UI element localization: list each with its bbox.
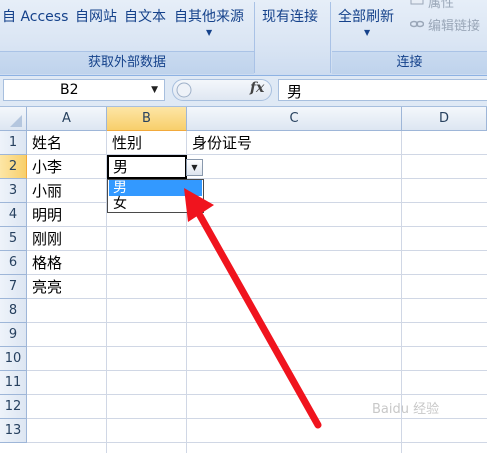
- ribbon: 自 Access 自网站 自文本 自其他来源 ▼ 现有连接 全部刷新 ▼ 属性 …: [0, 0, 487, 76]
- row-header[interactable]: 4: [0, 203, 27, 227]
- gridline: [27, 154, 487, 155]
- cell-b2-value: 男: [113, 158, 129, 176]
- name-box-value: B2: [60, 82, 79, 98]
- gridline: [27, 418, 487, 419]
- formula-bar: B2 ▼ fx 男: [0, 76, 487, 107]
- active-cell-b2[interactable]: 男: [107, 155, 187, 179]
- from-access-button[interactable]: 自 Access: [2, 6, 68, 26]
- row-header[interactable]: 11: [0, 371, 27, 395]
- row-header[interactable]: 3: [0, 179, 27, 203]
- group-label-connections: 连接: [332, 51, 487, 74]
- select-all-triangle-icon: [10, 115, 22, 127]
- cell-a6[interactable]: 格格: [32, 251, 62, 275]
- name-box[interactable]: B2 ▼: [3, 79, 165, 101]
- from-text-button[interactable]: 自文本: [124, 6, 166, 26]
- group-label-get-external-data: 获取外部数据: [0, 51, 254, 74]
- properties-icon: [410, 0, 424, 5]
- cell-b1[interactable]: 性别: [112, 131, 142, 155]
- dropdown-button[interactable]: ▼: [186, 159, 203, 176]
- column-header-d[interactable]: D: [402, 107, 487, 131]
- column-header-c[interactable]: C: [187, 107, 402, 131]
- gridline: [27, 274, 487, 275]
- existing-connections-button[interactable]: 现有连接: [262, 6, 318, 26]
- gridline: [27, 178, 487, 179]
- gridline: [27, 370, 487, 371]
- row-header[interactable]: 13: [0, 419, 27, 443]
- gridline: [27, 442, 487, 443]
- row-header[interactable]: 8: [0, 299, 27, 323]
- row-header[interactable]: 7: [0, 275, 27, 299]
- ribbon-divider: [254, 2, 255, 73]
- dropdown-option-male[interactable]: 男: [109, 180, 202, 196]
- refresh-all-button[interactable]: 全部刷新: [338, 6, 394, 26]
- cell-a4[interactable]: 明明: [32, 203, 62, 227]
- row-header[interactable]: 5: [0, 227, 27, 251]
- properties-button[interactable]: 属性: [428, 0, 454, 11]
- gridline: [27, 394, 487, 395]
- chevron-down-icon[interactable]: ▼: [206, 28, 212, 37]
- column-header-b[interactable]: B: [107, 107, 187, 131]
- gridline: [27, 298, 487, 299]
- row-header[interactable]: 12: [0, 395, 27, 419]
- gridline: [27, 322, 487, 323]
- gridline: [27, 226, 487, 227]
- formula-input[interactable]: 男: [278, 79, 487, 101]
- cell-c1[interactable]: 身份证号: [192, 131, 252, 155]
- row-header[interactable]: 2: [0, 155, 27, 179]
- formula-value: 男: [287, 83, 303, 101]
- cell-a5[interactable]: 刚刚: [32, 227, 62, 251]
- gridline: [27, 250, 487, 251]
- cell-a2[interactable]: 小李: [32, 155, 62, 179]
- from-web-button[interactable]: 自网站: [75, 6, 117, 26]
- row-header[interactable]: 1: [0, 131, 27, 155]
- select-all-corner[interactable]: [0, 107, 27, 131]
- dropdown-option-female[interactable]: 女: [109, 196, 202, 212]
- chevron-down-icon[interactable]: ▼: [364, 28, 370, 37]
- gridline: [27, 346, 487, 347]
- cell-a3[interactable]: 小丽: [32, 179, 62, 203]
- insert-function-icon[interactable]: fx: [250, 80, 264, 96]
- watermark: Baidu 经验: [372, 402, 440, 417]
- ribbon-divider: [330, 2, 331, 73]
- resize-handle-icon[interactable]: [176, 82, 192, 98]
- from-other-sources-button[interactable]: 自其他来源: [174, 6, 244, 26]
- cell-a7[interactable]: 亮亮: [32, 275, 62, 299]
- edit-links-button[interactable]: 编辑链接: [428, 15, 480, 34]
- row-header[interactable]: 10: [0, 347, 27, 371]
- gridline: [27, 202, 487, 203]
- row-header[interactable]: 9: [0, 323, 27, 347]
- link-icon: [410, 20, 424, 28]
- cell-a1[interactable]: 姓名: [32, 131, 62, 155]
- row-header[interactable]: 6: [0, 251, 27, 275]
- dropdown-list: 男 女: [107, 179, 204, 213]
- chevron-down-icon: ▼: [191, 163, 198, 172]
- column-header-a[interactable]: A: [27, 107, 107, 131]
- chevron-down-icon[interactable]: ▼: [151, 85, 158, 95]
